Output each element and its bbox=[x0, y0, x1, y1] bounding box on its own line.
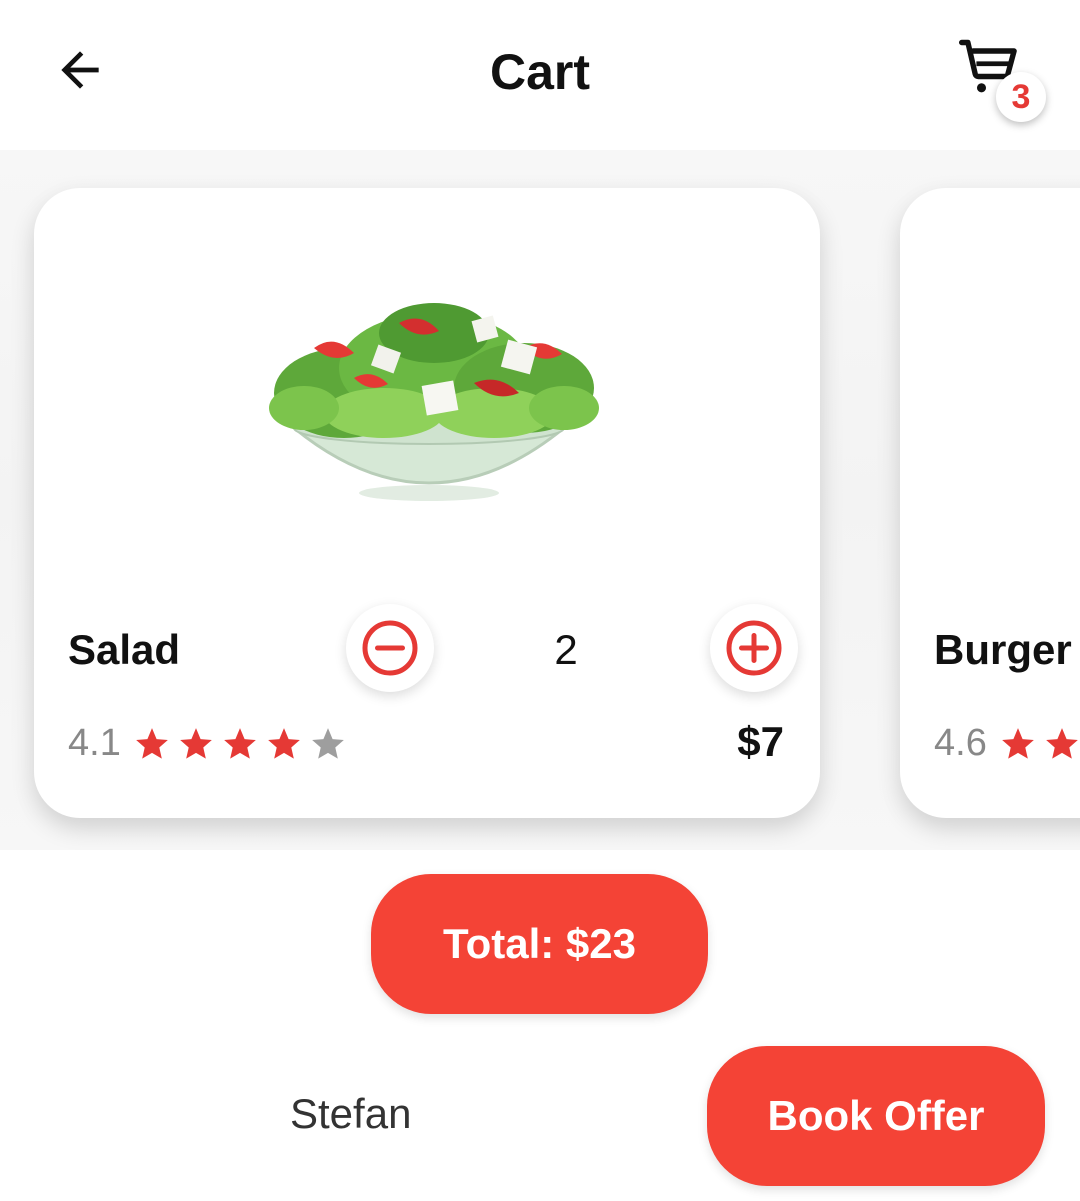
cart-item-card[interactable]: Burger 4.6 bbox=[900, 188, 1080, 818]
plus-circle-icon bbox=[726, 620, 782, 676]
item-name: Salad bbox=[68, 626, 181, 673]
cart-count-badge: 3 bbox=[996, 72, 1046, 122]
item-price: $7 bbox=[737, 718, 784, 765]
user-name: Stefan bbox=[290, 1090, 412, 1137]
rating-row: 4.6 bbox=[934, 722, 1080, 765]
rating-value: 4.6 bbox=[934, 722, 987, 764]
item-name: Burger bbox=[934, 626, 1072, 673]
book-offer-button[interactable]: Book Offer bbox=[707, 1046, 1045, 1186]
star-rating bbox=[999, 725, 1080, 763]
page-title: Cart bbox=[489, 44, 591, 100]
decrease-quantity-button[interactable] bbox=[346, 604, 434, 692]
increase-quantity-button[interactable] bbox=[710, 604, 798, 692]
cart-screen: Cart 3 Salad 2 4.1 $7 Burger 4.6 Total: … bbox=[0, 0, 1080, 1201]
cart-button[interactable]: 3 bbox=[950, 30, 1050, 130]
star-empty-icon bbox=[311, 727, 344, 759]
star-filled-icon bbox=[1001, 727, 1034, 759]
star-filled-icon bbox=[1045, 727, 1078, 759]
minus-circle-icon bbox=[362, 620, 418, 676]
total-button[interactable]: Total: $23 bbox=[371, 874, 708, 1014]
quantity-value: 2 bbox=[554, 626, 578, 673]
star-filled-icon bbox=[267, 727, 300, 759]
star-filled-icon bbox=[179, 727, 212, 759]
rating-row: 4.1 bbox=[68, 722, 347, 765]
star-filled-icon bbox=[223, 727, 256, 759]
cart-item-card[interactable]: Salad 2 4.1 $7 bbox=[34, 188, 820, 818]
cart-items-carousel[interactable]: Salad 2 4.1 $7 Burger 4.6 bbox=[0, 150, 1080, 850]
star-rating bbox=[133, 725, 347, 763]
star-filled-icon bbox=[135, 727, 168, 759]
rating-value: 4.1 bbox=[68, 722, 121, 764]
salad-bowl-image bbox=[269, 303, 599, 501]
